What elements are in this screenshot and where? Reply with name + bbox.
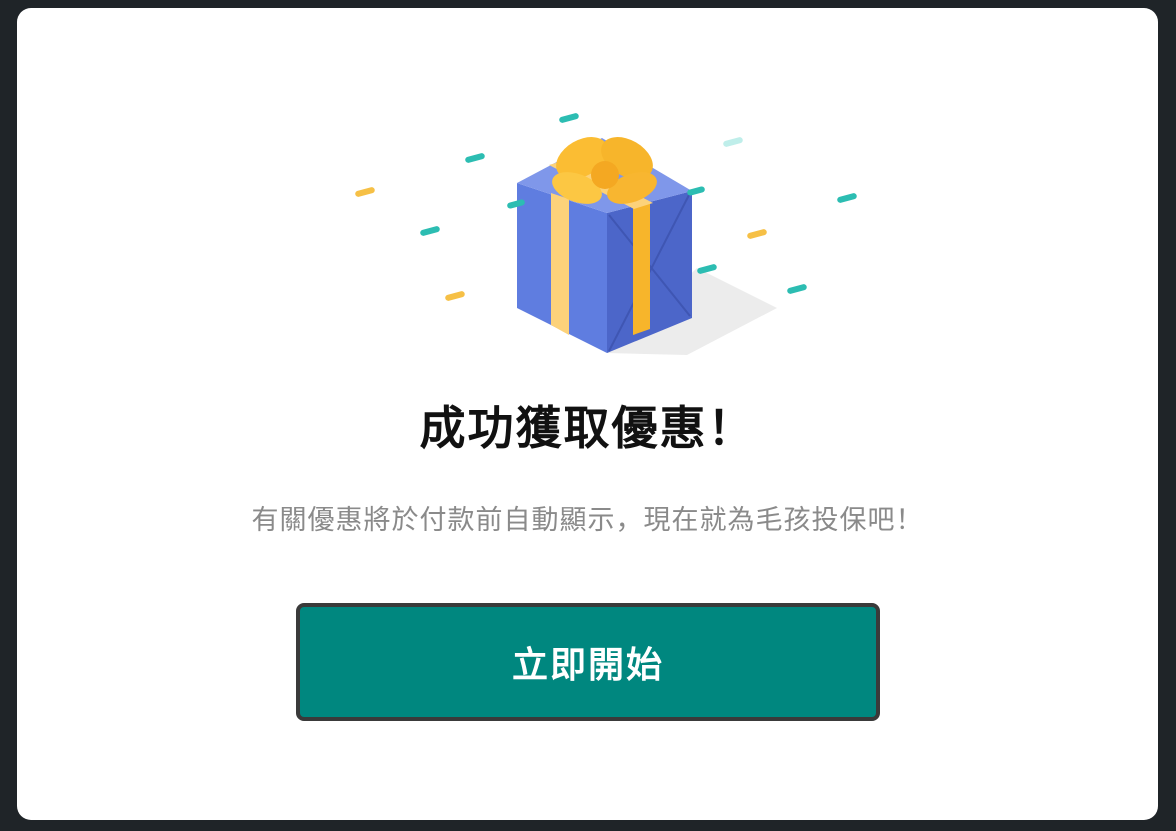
dialog-message: 有關優惠將於付款前自動顯示，現在就為毛孩投保吧！ bbox=[251, 505, 924, 536]
success-dialog: 成功獲取優惠！ 有關優惠將於付款前自動顯示，現在就為毛孩投保吧！ 立即開始 bbox=[17, 8, 1158, 820]
gift-box-icon bbox=[337, 103, 877, 373]
dialog-title: 成功獲取優惠！ bbox=[419, 401, 756, 455]
start-now-button[interactable]: 立即開始 bbox=[296, 603, 880, 721]
